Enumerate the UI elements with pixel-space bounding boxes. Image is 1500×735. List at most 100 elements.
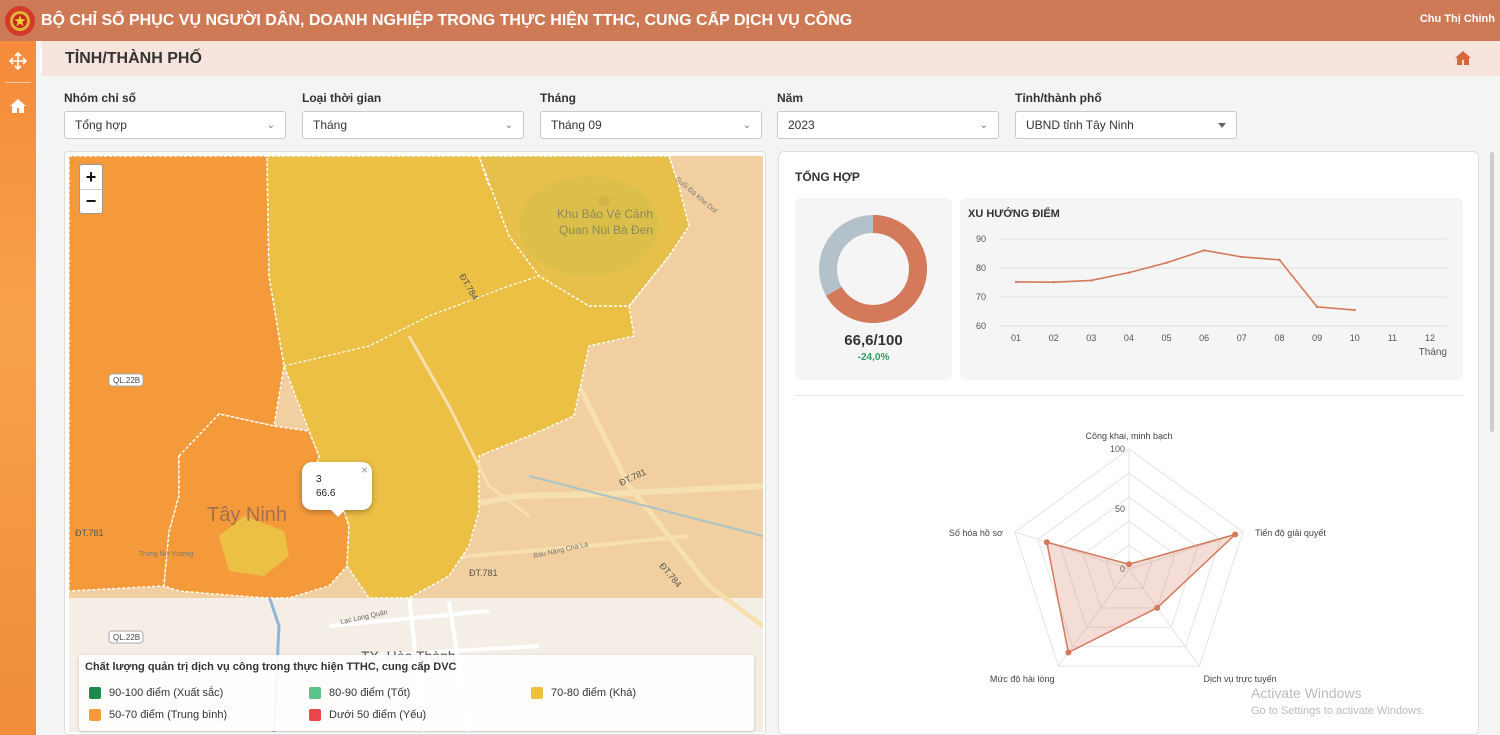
radar-axis-label: Mức độ hài lòng [990,674,1055,684]
summary-panel: TỔNG HỢP 66,6/100 -24,0% XU HƯỚNG ĐIỂM 6… [778,151,1479,735]
trend-point [1202,249,1206,252]
x-tick-label: 09 [1312,333,1322,343]
province-map[interactable]: Khu Bảo Vệ Cảnh Quan Núi Bà Đen Tây Ninh… [69,156,763,732]
year-select[interactable]: 2023 ⌄ [777,111,999,139]
x-axis-label: Tháng [1419,347,1447,358]
zoom-out-button[interactable]: − [80,189,102,213]
select-value: Tháng 09 [551,118,602,132]
legend-swatch [309,709,321,721]
x-tick-label: 04 [1124,333,1134,343]
chevron-down-icon: ⌄ [742,119,751,131]
select-value: Tổng hợp [75,118,127,132]
legend-item: 90-100 điểm (Xuất sắc) [89,687,223,699]
x-tick-label: 11 [1388,333,1397,343]
chevron-down-icon: ⌄ [504,119,513,131]
score-value: 66,6/100 [844,332,903,349]
trend-point [1165,261,1168,264]
legend-swatch [89,687,101,699]
radar-point [1065,649,1072,656]
windows-watermark-sub: Go to Settings to activate Windows. [1251,705,1425,717]
trend-point [1014,280,1018,284]
chevron-down-icon: ⌄ [979,119,988,131]
radar-series-area [1045,533,1236,654]
y-tick-label: 60 [976,321,986,331]
radar-axis-label: Tiến độ giải quyết [1255,528,1326,538]
radar-axis-label: Dịch vụ trực tuyến [1204,674,1277,684]
user-name-link[interactable]: Chu Thị Chinh [1420,13,1495,25]
trend-series-line [1015,249,1355,311]
home-link-icon[interactable] [1454,50,1472,71]
filter-year: Năm 2023 ⌄ [777,91,999,139]
windows-watermark: Activate Windows [1251,685,1362,701]
home-icon[interactable] [0,86,36,126]
x-tick-label: 12 [1425,333,1435,343]
y-tick-label: 80 [976,263,986,273]
zoom-in-button[interactable]: + [80,165,102,189]
map-popup: × 3 66.6 [302,462,372,517]
map-label-park-2: Quan Núi Bà Đen [559,223,653,237]
y-tick-label: 70 [976,292,986,302]
trend-point [1353,308,1356,312]
index-group-select[interactable]: Tổng hợp ⌄ [64,111,286,139]
filter-month: Tháng Tháng 09 ⌄ [540,91,762,139]
popup-close-button[interactable]: × [361,463,368,477]
filter-label: Loại thời gian [302,91,382,105]
map-label-road-dt781: ĐT.781 [75,528,104,538]
trend-point [1240,255,1244,259]
score-box: 66,6/100 -24,0% [795,198,952,380]
legend-swatch [309,687,321,699]
x-tick-label: 06 [1199,333,1209,343]
map-panel: Khu Bảo Vệ Cảnh Quan Núi Bà Đen Tây Ninh… [64,151,766,735]
chevron-down-icon: ⌄ [266,119,275,131]
legend-label: 90-100 điểm (Xuất sắc) [109,687,224,699]
filter-label: Năm [777,91,804,105]
score-donut [819,215,927,323]
trend-point [1090,279,1093,282]
map-label-road-ql22b: QL.22B [113,376,140,385]
time-type-select[interactable]: Tháng ⌄ [302,111,524,139]
x-tick-label: 02 [1049,333,1059,343]
sidebar [0,41,36,735]
radar-point [1232,531,1239,538]
filter-label: Tháng [540,91,576,105]
menu-expand-icon[interactable] [0,41,36,81]
map-label-city: Tây Ninh [207,504,287,526]
national-emblem-logo [5,5,35,36]
radar-tick-label: 100 [1110,444,1125,454]
filter-label: Nhóm chỉ số [64,91,137,105]
legend-swatch [531,687,543,699]
filter-label: Tỉnh/thành phố [1015,91,1102,105]
x-tick-label: 05 [1162,333,1172,343]
map-zoom-control: + − [79,164,103,214]
radar-axis-label: Công khai, minh bạch [1085,431,1172,441]
legend-item: 50-70 điểm (Trung bình) [89,709,227,721]
month-select[interactable]: Tháng 09 ⌄ [540,111,762,139]
select-value: Tháng [313,118,348,132]
map-label-park: Khu Bảo Vệ Cảnh [557,207,653,221]
app-title: BỘ CHỈ SỐ PHỤC VỤ NGƯỜI DÂN, DOANH NGHIỆ… [41,11,853,29]
trend-point [1315,305,1319,309]
y-tick-label: 90 [976,234,986,244]
legend-label: 70-80 điểm (Khá) [551,687,636,699]
legend-label: 80-90 điểm (Tốt) [329,687,411,699]
filter-province: Tỉnh/thành phố UBND tỉnh Tây Ninh [1015,91,1237,139]
legend-item: 70-80 điểm (Khá) [531,687,636,699]
page-scrollbar[interactable] [1490,152,1494,432]
caret-down-icon [1218,122,1226,128]
legend-label: 50-70 điểm (Trung bình) [109,709,228,721]
map-label-road-dt781-2: ĐT.781 [469,568,498,578]
map-label-road-trung-nu-vuong: Trưng Nữ Vương [139,551,193,558]
select-value: UBND tỉnh Tây Ninh [1026,118,1134,132]
breadcrumb-bar: TỈNH/THÀNH PHỐ [42,41,1500,76]
legend-item: Dưới 50 điểm (Yếu) [309,709,426,721]
top-header: BỘ CHỈ SỐ PHỤC VỤ NGƯỜI DÂN, DOANH NGHIỆ… [0,0,1500,41]
trend-point [1052,281,1055,284]
radar-axis-label: Số hóa hồ sơ [949,528,1003,538]
province-select[interactable]: UBND tỉnh Tây Ninh [1015,111,1237,139]
map-legend: Chất lượng quản trị dịch vụ công trong t… [79,655,754,731]
x-tick-label: 03 [1086,333,1096,343]
legend-item: 80-90 điểm (Tốt) [309,687,410,699]
x-tick-label: 08 [1274,333,1284,343]
radar-point [1126,561,1132,568]
score-delta: -24,0% [857,352,890,363]
